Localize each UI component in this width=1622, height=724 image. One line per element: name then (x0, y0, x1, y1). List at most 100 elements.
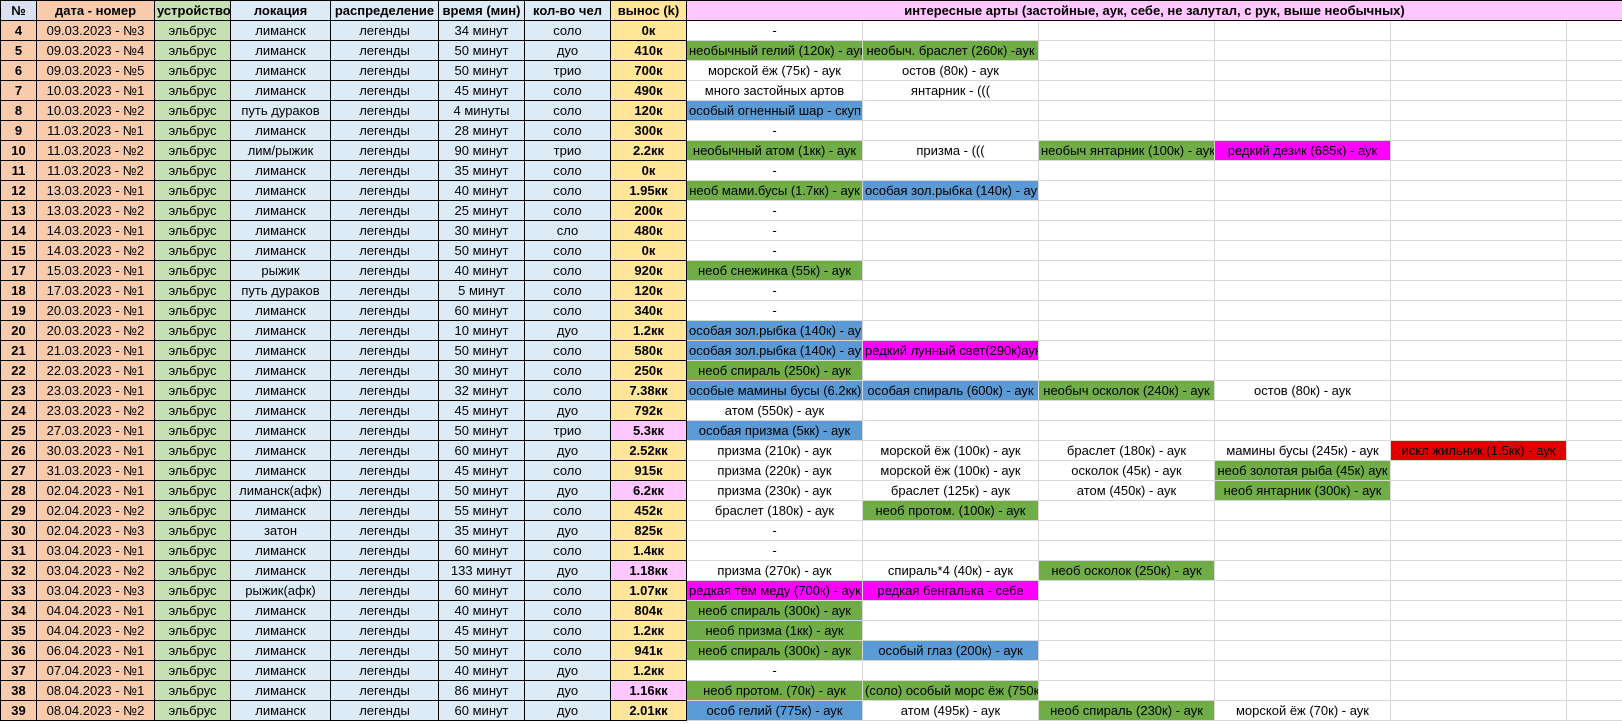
art-cell[interactable]: особые мамины бусы (6.2кк) (686, 380, 863, 401)
location-cell[interactable]: лиманск (230, 300, 331, 321)
location-cell[interactable]: лиманск (230, 40, 331, 61)
output-cell[interactable]: 1.2кк (610, 620, 687, 641)
output-cell[interactable]: 915к (610, 460, 687, 481)
empty-cell[interactable] (1565, 680, 1622, 701)
row-number[interactable]: 5 (0, 40, 37, 61)
row-number[interactable]: 29 (0, 500, 37, 521)
row-number[interactable]: 20 (0, 320, 37, 341)
header-output[interactable]: вынос (k) (610, 0, 687, 21)
art-cell[interactable]: - (686, 300, 863, 321)
empty-cell[interactable] (1565, 340, 1622, 361)
output-cell[interactable]: 0к (610, 240, 687, 261)
count-cell[interactable]: соло (524, 460, 611, 481)
empty-cell[interactable] (1565, 80, 1622, 101)
location-cell[interactable]: лиманск (230, 640, 331, 661)
distribution-cell[interactable]: легенды (330, 200, 439, 221)
art-cell[interactable] (1214, 660, 1391, 681)
output-cell[interactable]: 452к (610, 500, 687, 521)
output-cell[interactable]: 700к (610, 60, 687, 81)
art-cell[interactable] (862, 280, 1039, 301)
art-cell[interactable] (862, 420, 1039, 441)
time-cell[interactable]: 28 минут (438, 120, 525, 141)
time-cell[interactable]: 55 минут (438, 500, 525, 521)
count-cell[interactable]: дуо (524, 520, 611, 541)
output-cell[interactable]: 1.16кк (610, 680, 687, 701)
device-cell[interactable]: эльбрус (154, 660, 231, 681)
empty-cell[interactable] (1565, 620, 1622, 641)
output-cell[interactable]: 0к (610, 160, 687, 181)
art-cell[interactable]: призма (210к) - аук (686, 440, 863, 461)
count-cell[interactable]: соло (524, 100, 611, 121)
art-cell[interactable] (1390, 140, 1567, 161)
art-cell[interactable]: призма (220к) - аук (686, 460, 863, 481)
output-cell[interactable]: 825к (610, 520, 687, 541)
art-cell[interactable]: особый огненный шар - скуп (686, 100, 863, 121)
empty-cell[interactable] (1565, 240, 1622, 261)
art-cell[interactable] (1390, 60, 1567, 81)
count-cell[interactable]: дуо (524, 440, 611, 461)
time-cell[interactable]: 32 минут (438, 380, 525, 401)
art-cell[interactable]: особая спираль (600к) - аук (862, 380, 1039, 401)
art-cell[interactable] (1214, 120, 1391, 141)
empty-cell[interactable] (1565, 380, 1622, 401)
count-cell[interactable]: соло (524, 200, 611, 221)
art-cell[interactable]: осколок (45к) - аук (1038, 460, 1215, 481)
empty-cell[interactable] (1565, 480, 1622, 501)
time-cell[interactable]: 45 минут (438, 460, 525, 481)
art-cell[interactable] (1390, 540, 1567, 561)
location-cell[interactable]: затон (230, 520, 331, 541)
art-cell[interactable]: атом (450к) - аук (1038, 480, 1215, 501)
art-cell[interactable] (1214, 240, 1391, 261)
count-cell[interactable]: соло (524, 80, 611, 101)
output-cell[interactable]: 2.01кк (610, 700, 687, 721)
date-cell[interactable]: 02.04.2023 - №3 (36, 520, 155, 541)
output-cell[interactable]: 7.38кк (610, 380, 687, 401)
empty-cell[interactable] (1565, 500, 1622, 521)
date-cell[interactable]: 15.03.2023 - №1 (36, 260, 155, 281)
art-cell[interactable]: редкая бенгалька - себе (862, 580, 1039, 601)
art-cell[interactable] (1214, 280, 1391, 301)
time-cell[interactable]: 40 минут (438, 660, 525, 681)
art-cell[interactable] (1214, 80, 1391, 101)
art-cell[interactable] (1214, 60, 1391, 81)
art-cell[interactable] (1390, 660, 1567, 681)
distribution-cell[interactable]: легенды (330, 320, 439, 341)
art-cell[interactable]: - (686, 240, 863, 261)
art-cell[interactable]: - (686, 160, 863, 181)
location-cell[interactable]: лиманск (230, 380, 331, 401)
art-cell[interactable]: морской ёж (75к) - аук (686, 60, 863, 81)
time-cell[interactable]: 40 минут (438, 180, 525, 201)
art-cell[interactable] (862, 320, 1039, 341)
art-cell[interactable] (1390, 320, 1567, 341)
art-cell[interactable] (1214, 160, 1391, 181)
art-cell[interactable] (1038, 540, 1215, 561)
art-cell[interactable]: - (686, 200, 863, 221)
row-number[interactable]: 39 (0, 700, 37, 721)
date-cell[interactable]: 14.03.2023 - №2 (36, 240, 155, 261)
count-cell[interactable]: дуо (524, 700, 611, 721)
row-number[interactable]: 32 (0, 560, 37, 581)
empty-cell[interactable] (1565, 40, 1622, 61)
time-cell[interactable]: 60 минут (438, 580, 525, 601)
device-cell[interactable]: эльбрус (154, 320, 231, 341)
art-cell[interactable] (1390, 360, 1567, 381)
output-cell[interactable]: 920к (610, 260, 687, 281)
count-cell[interactable]: соло (524, 260, 611, 281)
art-cell[interactable] (1214, 200, 1391, 221)
art-cell[interactable] (1390, 280, 1567, 301)
location-cell[interactable]: лиманск (230, 200, 331, 221)
art-cell[interactable] (1390, 620, 1567, 641)
art-cell[interactable]: необ спираль (230к) - аук (1038, 700, 1215, 721)
distribution-cell[interactable]: легенды (330, 140, 439, 161)
art-cell[interactable] (1390, 480, 1567, 501)
distribution-cell[interactable]: легенды (330, 460, 439, 481)
row-number[interactable]: 7 (0, 80, 37, 101)
device-cell[interactable]: эльбрус (154, 20, 231, 41)
art-cell[interactable] (1038, 360, 1215, 381)
date-cell[interactable]: 20.03.2023 - №2 (36, 320, 155, 341)
location-cell[interactable]: рыжик(афк) (230, 580, 331, 601)
art-cell[interactable]: (соло) особый морс ёж (750к) (862, 680, 1039, 701)
location-cell[interactable]: лиманск (230, 540, 331, 561)
art-cell[interactable] (1038, 200, 1215, 221)
location-cell[interactable]: лиманск (230, 360, 331, 381)
